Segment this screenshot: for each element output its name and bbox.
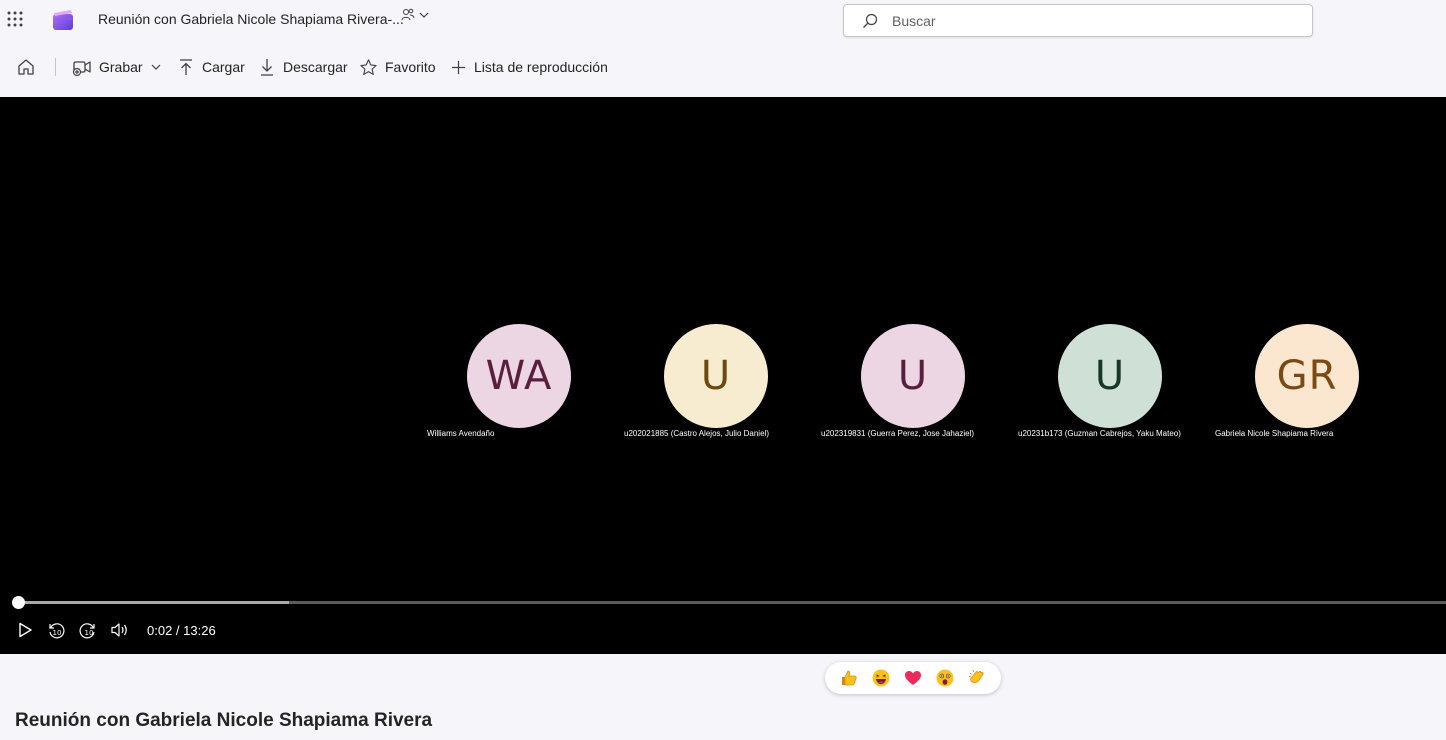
people-menu-button[interactable] — [401, 8, 430, 22]
participant-name: Gabriela Nicole Shapiama Rivera — [1215, 429, 1334, 438]
avatar: U — [861, 324, 965, 428]
upload-button[interactable]: Cargar — [177, 56, 245, 78]
laugh-icon[interactable] — [870, 667, 892, 689]
participant-tile: U u20231b173 (Guzman Cabrejos, Yaku Mate… — [1018, 324, 1258, 444]
search-icon — [863, 13, 878, 28]
avatar: U — [664, 324, 768, 428]
participant-tile: U u202021885 (Castro Alejos, Julio Danie… — [624, 324, 864, 444]
stream-logo-icon — [53, 10, 73, 30]
reactions-bar — [825, 662, 1001, 694]
buffered-progress — [18, 601, 290, 604]
home-button[interactable] — [16, 56, 36, 78]
participant-name: u202319831 (Guerra Perez, Jose Jahaziel) — [821, 429, 974, 438]
seek-bar[interactable] — [18, 601, 1446, 604]
home-icon — [18, 59, 34, 75]
avatar: GR — [1255, 324, 1359, 428]
rewind-10-icon[interactable]: 10 — [46, 620, 66, 640]
top-bar: Reunión con Gabriela Nicole Shapiama Riv… — [0, 0, 1446, 40]
participant-name: u202021885 (Castro Alejos, Julio Daniel) — [624, 429, 769, 438]
chevron-down-icon — [419, 12, 429, 18]
participant-name: Williams Avendaño — [427, 429, 495, 438]
document-title[interactable]: Reunión con Gabriela Nicole Shapiama Riv… — [98, 11, 404, 27]
applause-icon[interactable] — [966, 667, 988, 689]
forward-10-icon[interactable]: 10 — [78, 620, 98, 640]
record-label: Grabar — [99, 59, 143, 75]
heart-icon[interactable] — [902, 667, 924, 689]
record-button[interactable]: Grabar — [72, 56, 162, 78]
toolbar-divider — [55, 58, 56, 76]
play-icon[interactable] — [15, 620, 35, 640]
participant-tile: GR Gabriela Nicole Shapiama Rivera — [1215, 324, 1446, 444]
playlist-label: Lista de reproducción — [474, 59, 608, 75]
participant-name: u20231b173 (Guzman Cabrejos, Yaku Mateo) — [1018, 429, 1181, 438]
plus-icon — [451, 60, 466, 74]
app-launcher-icon[interactable] — [6, 10, 24, 28]
video-player[interactable]: WA Williams Avendaño U u202021885 (Castr… — [0, 97, 1446, 654]
seek-thumb[interactable] — [12, 596, 25, 609]
search-box[interactable] — [843, 4, 1313, 37]
svg-text:10: 10 — [85, 629, 94, 637]
surprised-icon[interactable] — [934, 667, 956, 689]
download-label: Descargar — [283, 59, 348, 75]
download-button[interactable]: Descargar — [258, 56, 348, 78]
command-bar: Grabar Cargar Descargar Favorito Lista d… — [0, 48, 1446, 86]
people-icon — [401, 8, 415, 21]
upload-icon — [180, 59, 192, 75]
favorite-button[interactable]: Favorito — [359, 56, 436, 78]
chevron-down-icon — [151, 64, 161, 70]
upload-label: Cargar — [202, 59, 245, 75]
participant-tile: U u202319831 (Guerra Perez, Jose Jahazie… — [821, 324, 1061, 444]
favorite-label: Favorito — [385, 59, 436, 75]
thumbs-up-icon[interactable] — [838, 667, 860, 689]
star-icon — [360, 58, 377, 75]
svg-text:10: 10 — [53, 629, 62, 637]
search-input[interactable] — [892, 11, 1292, 31]
avatar: U — [1058, 324, 1162, 428]
participant-tile: WA Williams Avendaño — [427, 324, 667, 444]
player-controls: 10 10 0:02 / 13:26 — [0, 617, 400, 643]
download-icon — [261, 59, 273, 76]
time-display: 0:02 / 13:26 — [147, 623, 216, 638]
add-to-playlist-button[interactable]: Lista de reproducción — [450, 56, 608, 78]
page-title: Reunión con Gabriela Nicole Shapiama Riv… — [15, 710, 433, 731]
record-video-icon — [72, 61, 91, 77]
volume-icon[interactable] — [109, 620, 129, 640]
avatar: WA — [467, 324, 571, 428]
